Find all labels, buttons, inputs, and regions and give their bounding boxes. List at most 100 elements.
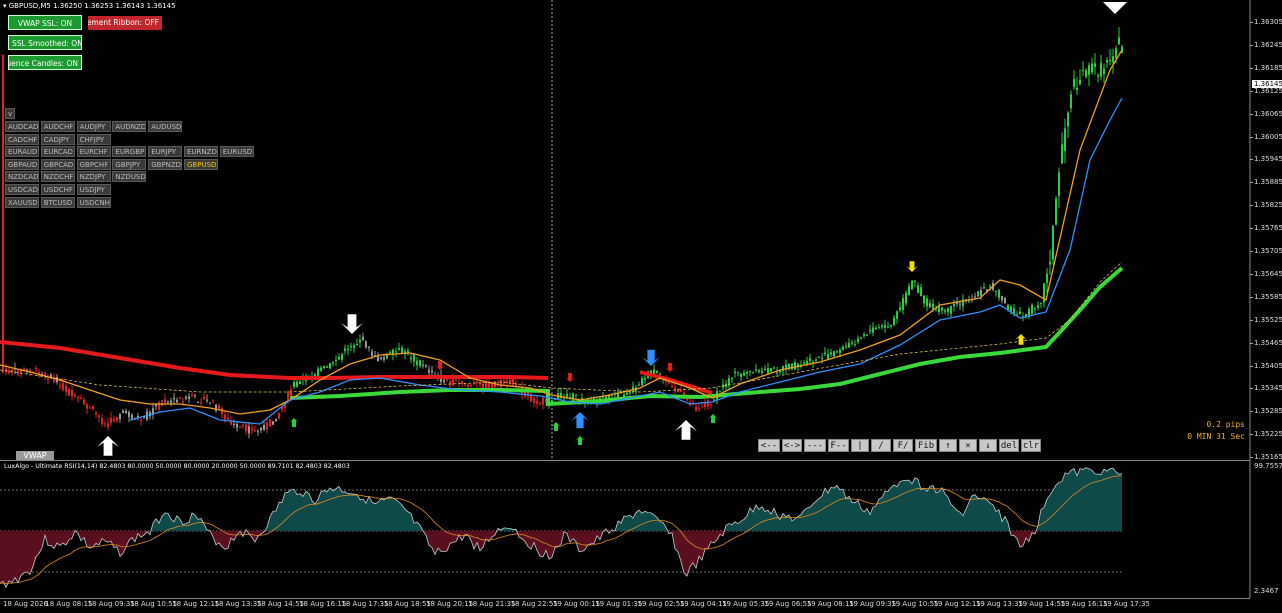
symbol-button-gbpusd[interactable]: GBPUSD — [184, 158, 218, 170]
candle-body — [125, 410, 127, 413]
time-label: 19 Aug 16:15 — [1060, 600, 1108, 608]
tool-arrow-left-button[interactable]: <-- — [758, 439, 780, 452]
symbol-button-audchf[interactable]: AUDCHF — [40, 121, 75, 132]
symbol-panel-toggle[interactable]: v — [5, 108, 15, 119]
vwap-ssl-button[interactable]: VWAP SSL: ON — [8, 15, 82, 30]
symbol-button-chfjpy[interactable]: CHFJPY — [76, 133, 111, 145]
tool-delete-button[interactable]: del — [999, 439, 1019, 452]
price-label: 1.35705 — [1254, 247, 1282, 255]
rsi-fill-segment — [165, 513, 168, 531]
candle-body — [89, 407, 91, 409]
tool-vline-button[interactable]: | — [851, 439, 869, 452]
rsi-fill-segment — [879, 497, 882, 531]
candle-body — [740, 373, 742, 377]
candle-body — [176, 399, 178, 403]
candle-body — [914, 280, 916, 282]
rsi-fill-segment — [651, 512, 654, 531]
symbol-button-usdjpy[interactable]: USDJPY — [76, 184, 111, 195]
symbol-button-nzdcad[interactable]: NZDCAD — [5, 171, 39, 183]
symbol-button-eurchf[interactable]: EURCHF — [76, 146, 111, 158]
symbol-button-cadchf[interactable]: CADCHF — [5, 133, 39, 145]
symbol-button-gbpjpy[interactable]: GBPJPY — [112, 158, 147, 170]
symbol-button-usdcad[interactable]: USDCAD — [5, 184, 39, 195]
symbol-button-cadjpy[interactable]: CADJPY — [40, 133, 75, 145]
symbol-button-gbpchf[interactable]: GBPCHF — [76, 158, 111, 170]
candle-body — [467, 384, 469, 387]
candle-body — [269, 419, 271, 427]
rsi-fill-segment — [453, 531, 456, 543]
confluence-candles-button[interactable]: Confluence Candles: ON — [8, 55, 82, 70]
symbol-button-nzdjpy[interactable]: NZDJPY — [76, 171, 111, 183]
candle-body — [236, 423, 238, 428]
tool-arrow-down-button[interactable]: ↓ — [979, 439, 997, 452]
candle-body — [866, 334, 868, 336]
rsi-fill-segment — [381, 498, 384, 531]
candle-body — [383, 357, 385, 360]
candle-body — [1031, 304, 1033, 314]
symbol-button-audusd[interactable]: AUDUSD — [148, 121, 183, 132]
tool-hline-button[interactable]: --- — [804, 439, 826, 452]
symbol-button-nzdusd[interactable]: NZDUSD — [112, 171, 147, 183]
dropdown-triangle-icon[interactable]: ▾ — [3, 2, 7, 10]
rsi-fill-segment — [903, 480, 906, 531]
symbol-button-euraud[interactable]: EURAUD — [5, 146, 39, 158]
symbol-button-eurjpy[interactable]: EURJPY — [148, 146, 183, 158]
candle-body — [65, 385, 67, 393]
candle-body — [326, 366, 328, 368]
symbol-button-audcad[interactable]: AUDCAD — [5, 121, 39, 132]
rsi-fill-segment — [930, 485, 933, 531]
main-chart[interactable] — [0, 0, 1282, 460]
rsi-fill-segment — [1050, 490, 1053, 531]
time-label: 18 Aug 21:35 — [468, 600, 516, 608]
symbol-button-usdchf[interactable]: USDCHF — [40, 184, 75, 195]
candle-body — [860, 337, 862, 339]
symbol-button-eurcad[interactable]: EURCAD — [40, 146, 75, 158]
symbol-button-eurusd[interactable]: EURUSD — [219, 146, 254, 158]
symbol-button-audnzd[interactable]: AUDNZD — [112, 121, 147, 132]
candle-body — [944, 310, 946, 312]
tool-fibonacci-button[interactable]: Fib — [915, 439, 937, 452]
rsi-fill-segment — [759, 506, 762, 531]
tool-trendline-button[interactable]: / — [871, 439, 891, 452]
rsi-fill-segment — [939, 487, 942, 531]
candle-body — [1097, 75, 1099, 77]
tool-cross-button[interactable]: × — [959, 439, 977, 452]
candle-body — [1067, 112, 1069, 127]
candle-body — [899, 307, 901, 311]
ssl-smoothed-button[interactable]: SSL Smoothed: ON — [8, 35, 82, 50]
tool-fib-trend-button[interactable]: F/ — [893, 439, 913, 452]
candle-body — [77, 396, 79, 399]
candle-body — [821, 357, 823, 360]
time-label: 19 Aug 06:55 — [764, 600, 812, 608]
candle-body — [245, 424, 247, 432]
candle-body — [878, 327, 880, 329]
tool-clear-button[interactable]: clr — [1021, 439, 1041, 452]
candle-body — [425, 365, 427, 367]
candle-body — [845, 345, 847, 347]
symbol-button-nzdchf[interactable]: NZDCHF — [40, 171, 75, 183]
tool-arrow-both-button[interactable]: <-> — [782, 439, 802, 452]
tool-fib-line-button[interactable]: F-- — [828, 439, 849, 452]
rsi-panel[interactable] — [0, 460, 1282, 598]
candle-body — [179, 397, 181, 399]
symbol-button-audjpy[interactable]: AUDJPY — [76, 121, 111, 132]
symbol-button-gbpcad[interactable]: GBPCAD — [40, 158, 75, 170]
rsi-fill-segment — [843, 489, 846, 531]
time-label: 19 Aug 05:35 — [722, 600, 770, 608]
rsi-fill-segment — [810, 504, 813, 531]
symbol-button-btcusd[interactable]: BTCUSD — [40, 196, 75, 208]
tool-arrow-up-button[interactable]: ↑ — [939, 439, 957, 452]
candle-body — [98, 415, 100, 418]
rsi-fill-segment — [1119, 473, 1122, 531]
agreement-ribbon-button[interactable]: Agreement Ribbon: OFF — [88, 16, 162, 30]
symbol-button-gbpnzd[interactable]: GBPNZD — [148, 158, 183, 170]
symbol-button-eurnzd[interactable]: EURNZD — [184, 146, 218, 158]
symbol-button-gbpaud[interactable]: GBPAUD — [5, 158, 39, 170]
price-label: 1.36185 — [1254, 63, 1282, 72]
symbol-button-xauusd[interactable]: XAUUSD — [5, 196, 39, 208]
vwap-tab[interactable]: VWAP — [16, 451, 54, 460]
candle-body — [485, 382, 487, 388]
candle-body — [416, 360, 418, 366]
symbol-button-eurgbp[interactable]: EURGBP — [112, 146, 147, 158]
symbol-button-usdcnh[interactable]: USDCNH — [76, 196, 111, 208]
